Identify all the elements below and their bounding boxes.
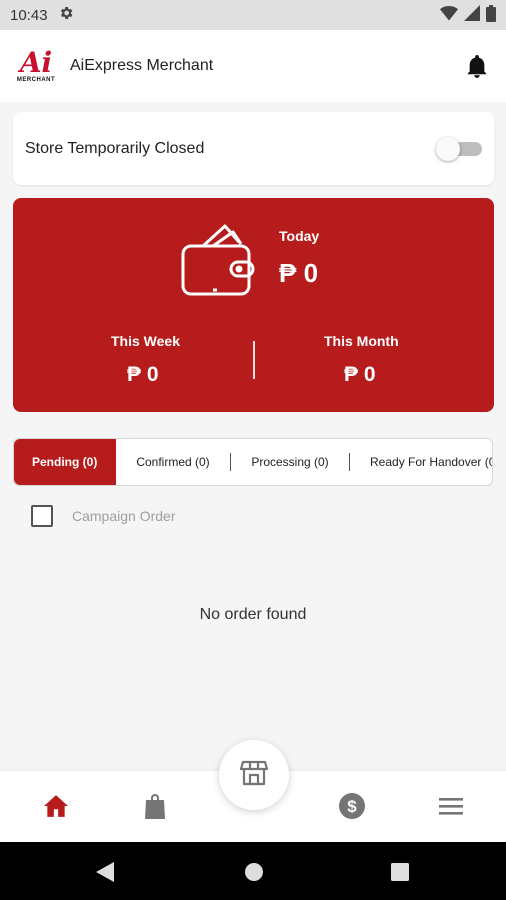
toggle-knob bbox=[436, 136, 460, 161]
system-navigation-bar bbox=[0, 842, 506, 900]
dollar-icon[interactable]: $ bbox=[337, 791, 367, 821]
logo-subtitle: MERCHANT bbox=[16, 77, 56, 83]
today-value: ₱ 0 bbox=[279, 258, 319, 288]
tab-pending[interactable]: Pending (0) bbox=[14, 439, 116, 485]
bell-icon[interactable] bbox=[464, 53, 490, 79]
app-logo: Ai MERCHANT bbox=[16, 42, 56, 90]
tab-processing[interactable]: Processing (0) bbox=[231, 439, 349, 485]
store-button[interactable] bbox=[219, 740, 289, 810]
gear-icon bbox=[58, 5, 74, 25]
today-label: Today bbox=[279, 228, 320, 244]
campaign-order-label: Campaign Order bbox=[72, 508, 176, 524]
wifi-icon bbox=[440, 5, 458, 25]
this-week-label: This Week bbox=[111, 333, 180, 349]
campaign-order-filter: Campaign Order bbox=[31, 505, 176, 527]
this-month-value: ₱ 0 bbox=[344, 363, 376, 386]
recents-icon[interactable] bbox=[389, 861, 411, 883]
svg-text:$: $ bbox=[347, 797, 357, 816]
campaign-order-checkbox[interactable] bbox=[31, 505, 53, 527]
status-time: 10:43 bbox=[10, 6, 48, 24]
store-closed-label: Store Temporarily Closed bbox=[25, 139, 205, 157]
empty-state-message: No order found bbox=[199, 606, 307, 623]
menu-icon[interactable] bbox=[436, 791, 466, 821]
earnings-divider bbox=[253, 341, 255, 379]
home-circle-icon[interactable] bbox=[243, 861, 265, 883]
tab-confirmed[interactable]: Confirmed (0) bbox=[116, 439, 230, 485]
logo-mark: Ai bbox=[19, 46, 53, 79]
app-title: AiExpress Merchant bbox=[70, 57, 214, 74]
back-icon[interactable] bbox=[94, 861, 116, 883]
store-status-card: Store Temporarily Closed bbox=[13, 112, 494, 185]
shopping-bag-icon[interactable] bbox=[140, 791, 170, 821]
this-week-value: ₱ 0 bbox=[127, 363, 159, 386]
status-bar: 10:43 bbox=[0, 0, 506, 30]
store-icon bbox=[239, 760, 269, 791]
order-status-tabs: Pending (0) Confirmed (0) Processing (0)… bbox=[13, 438, 493, 486]
store-closed-toggle[interactable] bbox=[436, 136, 482, 161]
battery-icon bbox=[486, 4, 496, 26]
app-header: Ai MERCHANT AiExpress Merchant bbox=[0, 30, 506, 102]
wallet-icon bbox=[181, 220, 255, 296]
home-icon[interactable] bbox=[41, 791, 71, 821]
tab-ready-for-handover[interactable]: Ready For Handover (0 bbox=[350, 439, 492, 485]
earnings-card: Today ₱ 0 This Week ₱ 0 This Month ₱ 0 bbox=[13, 198, 494, 412]
this-month-label: This Month bbox=[324, 333, 399, 349]
signal-icon bbox=[464, 5, 480, 25]
